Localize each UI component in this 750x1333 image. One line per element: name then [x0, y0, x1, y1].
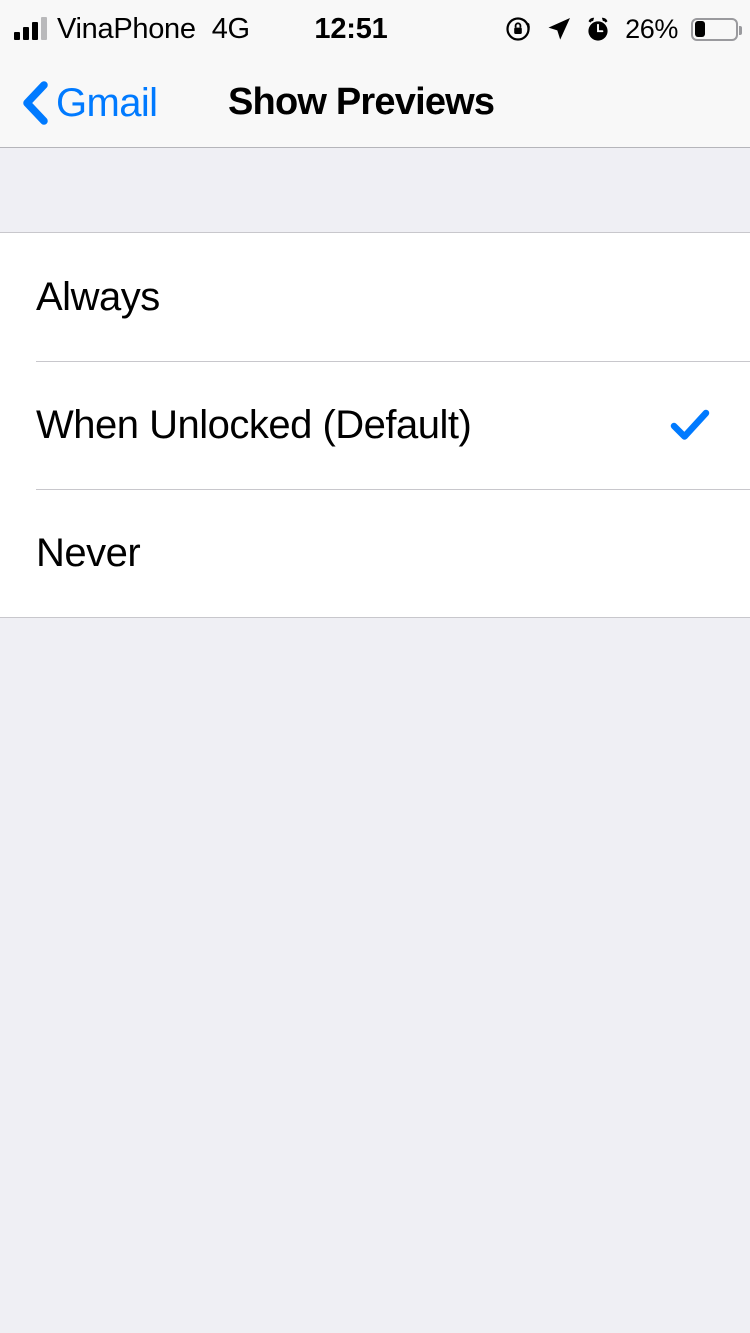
- navigation-bar: Gmail Show Previews: [0, 58, 750, 148]
- chevron-left-icon: [23, 80, 48, 125]
- show-previews-option-list: Always When Unlocked (Default) Never: [0, 233, 750, 618]
- carrier-label: VinaPhone: [57, 12, 196, 45]
- back-button-label: Gmail: [56, 80, 158, 125]
- list-item-label: Never: [36, 530, 141, 575]
- checkmark-icon: [670, 409, 710, 440]
- back-button[interactable]: Gmail: [18, 58, 158, 147]
- rotation-lock-icon: [506, 17, 530, 41]
- battery-percent-label: 26%: [625, 13, 678, 44]
- status-bar-left: VinaPhone 4G: [14, 0, 250, 58]
- list-group-header-spacer: [0, 149, 750, 233]
- page-title: Show Previews: [228, 81, 495, 123]
- status-bar-right: 26%: [504, 0, 742, 58]
- list-item-label: When Unlocked (Default): [36, 402, 472, 447]
- list-item-never[interactable]: Never: [0, 489, 750, 617]
- list-item-label: Always: [36, 274, 160, 319]
- network-type-label: 4G: [211, 12, 250, 45]
- empty-content-area: [0, 619, 750, 1333]
- alarm-clock-icon: [588, 17, 608, 41]
- list-item-always[interactable]: Always: [0, 233, 750, 361]
- list-item-when-unlocked[interactable]: When Unlocked (Default): [0, 361, 750, 489]
- status-bar: VinaPhone 4G 12:51 26%: [0, 0, 750, 58]
- battery-icon: [691, 17, 742, 41]
- signal-bars-icon: [14, 17, 47, 40]
- location-arrow-icon: [548, 18, 571, 40]
- iphone-settings-screen: VinaPhone 4G 12:51 26% Gmail Show Previe…: [0, 0, 750, 1333]
